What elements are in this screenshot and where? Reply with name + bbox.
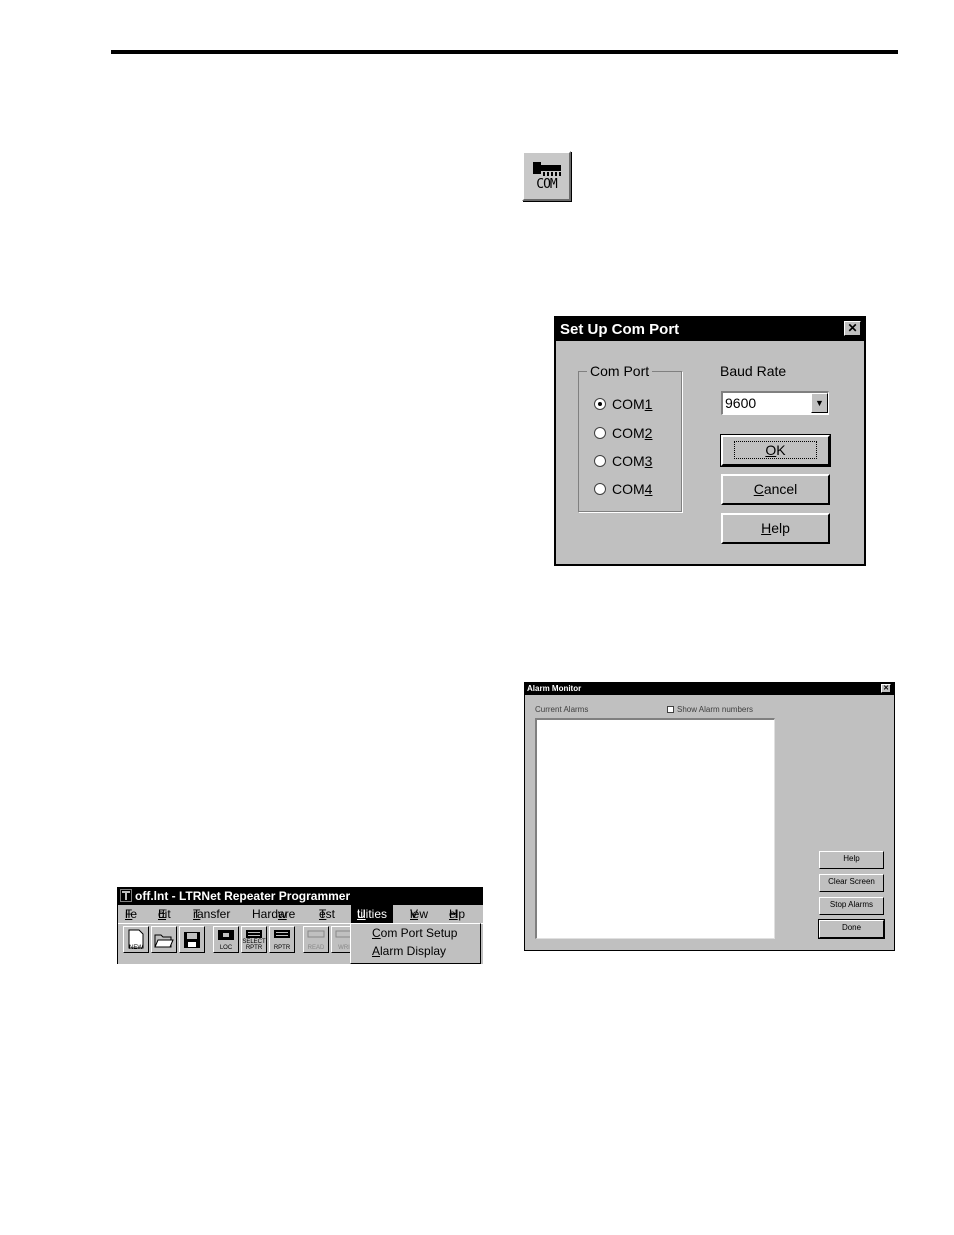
- menu-test[interactable]: Test: [319, 905, 335, 923]
- app-icon: [120, 889, 132, 902]
- ok-button[interactable]: OK: [720, 434, 831, 467]
- baud-rate-value: 9600: [725, 395, 757, 411]
- show-alarm-numbers-checkbox[interactable]: Show Alarm numbers: [667, 705, 753, 714]
- serial-plug-icon: [533, 162, 561, 176]
- radio-com2[interactable]: COM2: [594, 423, 652, 443]
- radio-icon[interactable]: [594, 427, 606, 439]
- read-icon: [307, 930, 325, 938]
- set-up-com-port-dialog: Set Up Com Port ✕ Com Port COM1 COM2 COM…: [554, 316, 866, 566]
- select-repeater-icon: [246, 930, 262, 938]
- menu-utilities[interactable]: Utilities: [351, 905, 394, 923]
- menu-transfer[interactable]: Transfer: [193, 905, 230, 923]
- menu-help[interactable]: Help: [449, 905, 465, 923]
- dialog-titlebar: Set Up Com Port ✕: [556, 318, 864, 341]
- radio-icon[interactable]: [594, 483, 606, 495]
- clear-screen-button[interactable]: Clear Screen: [819, 874, 884, 892]
- current-alarms-list[interactable]: [535, 718, 775, 939]
- select-rptr-button[interactable]: SELECT RPTR: [241, 926, 267, 953]
- menu-hardware[interactable]: Hard w are: [252, 905, 295, 923]
- radio-com3[interactable]: COM3: [594, 451, 652, 471]
- radio-com1[interactable]: COM1: [594, 394, 652, 414]
- stop-alarms-button[interactable]: Stop Alarms: [819, 897, 884, 915]
- done-button[interactable]: Done: [818, 919, 885, 939]
- programmer-titlebar: off.lnt - LTRNet Repeater Programmer: [117, 887, 483, 905]
- baud-rate-label: Baud Rate: [720, 363, 787, 379]
- alarm-titlebar: Alarm Monitor ✕: [525, 683, 894, 695]
- chevron-down-icon[interactable]: ▼: [811, 393, 828, 413]
- radio-com4[interactable]: COM4: [594, 479, 652, 499]
- menu-item-com-port-setup[interactable]: Com Port Setup: [372, 926, 457, 940]
- programmer-title: off.lnt - LTRNet Repeater Programmer: [135, 889, 351, 903]
- menu-view[interactable]: View: [410, 905, 428, 923]
- com-icon-label: COM: [536, 177, 557, 192]
- com-port-group: Com Port COM1 COM2 COM3 COM4: [578, 363, 682, 512]
- menu-edit[interactable]: Edit: [158, 905, 171, 923]
- top-rule: [111, 50, 898, 54]
- read-button[interactable]: READ: [303, 926, 329, 953]
- alarm-help-button[interactable]: Help: [819, 851, 884, 869]
- com-port-group-label: Com Port: [587, 363, 653, 379]
- alarm-monitor-window: Alarm Monitor ✕ Current Alarms Show Alar…: [524, 682, 895, 951]
- close-icon[interactable]: ✕: [881, 684, 891, 693]
- baud-rate-select[interactable]: 9600 ▼: [721, 391, 829, 415]
- floppy-disk-icon: [184, 932, 200, 948]
- repeater-icon: [274, 930, 290, 938]
- radio-icon[interactable]: [594, 455, 606, 467]
- new-file-button[interactable]: NEW: [123, 926, 149, 953]
- current-alarms-label: Current Alarms: [535, 705, 589, 714]
- radio-selected-icon[interactable]: [594, 398, 606, 410]
- help-button[interactable]: Help: [721, 513, 830, 544]
- local-icon: [218, 930, 234, 940]
- utilities-dropdown-menu: Com Port Setup Alarm Display: [350, 923, 481, 964]
- alarm-title: Alarm Monitor: [527, 684, 582, 693]
- checkbox-icon[interactable]: [667, 706, 674, 713]
- loc-button[interactable]: LOC: [213, 926, 239, 953]
- save-file-button[interactable]: [179, 926, 205, 953]
- menu-file[interactable]: File: [125, 905, 137, 923]
- menu-item-alarm-display[interactable]: Alarm Display: [372, 944, 446, 958]
- open-file-button[interactable]: [151, 926, 177, 953]
- window-edge: [117, 887, 118, 964]
- rptr-button[interactable]: RPTR: [269, 926, 295, 953]
- programmer-window: off.lnt - LTRNet Repeater Programmer Fil…: [117, 887, 483, 964]
- com-port-toolbar-button[interactable]: COM: [522, 151, 571, 201]
- open-folder-icon: [154, 934, 174, 948]
- dialog-title: Set Up Com Port: [560, 321, 680, 338]
- menu-bar: File Edit Transfer Hard w are Test Utiliti…: [117, 905, 483, 923]
- cancel-button[interactable]: Cancel: [721, 474, 830, 505]
- close-icon[interactable]: ✕: [844, 321, 861, 336]
